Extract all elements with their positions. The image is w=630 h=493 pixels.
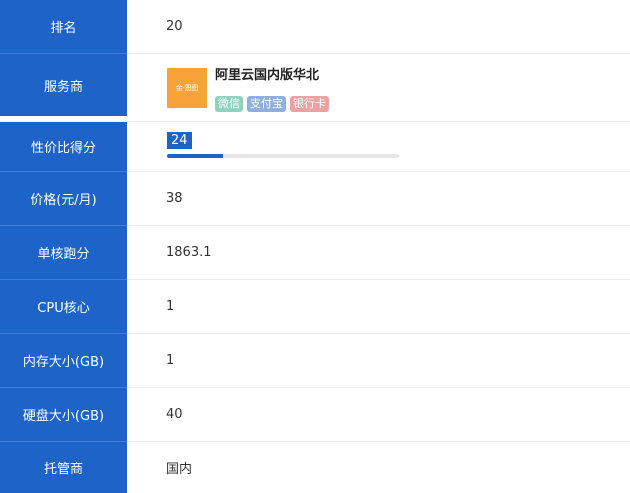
provider-name[interactable]: 阿里云国内版华北 <box>215 64 319 83</box>
host-value: 国内 <box>166 462 193 477</box>
payment-tags: 微信 支付宝 银行卡 <box>215 96 329 112</box>
memory-value: 1 <box>166 353 175 368</box>
label-rank: 排名 <box>0 0 127 54</box>
single-core-value: 1863.1 <box>166 245 212 260</box>
spec-table: 排名 20 服务商 金·恩图 阿里云国内版华北 微信 支付宝 银行卡 性价比得分… <box>0 0 630 493</box>
price-value: 38 <box>166 191 183 206</box>
value-price-cell: 38 <box>127 172 630 226</box>
payment-tag-alipay: 支付宝 <box>247 96 286 112</box>
label-cpu: CPU核心 <box>0 280 127 334</box>
row-rank: 排名 20 <box>0 0 630 54</box>
value-memory-cell: 1 <box>127 334 630 388</box>
disk-value: 40 <box>166 407 183 422</box>
row-host: 托管商 国内 <box>0 442 630 493</box>
label-memory: 内存大小(GB) <box>0 334 127 388</box>
label-price: 价格(元/月) <box>0 172 127 226</box>
value-host-cell: 国内 <box>127 442 630 493</box>
score-progress-fill <box>167 154 223 158</box>
label-disk: 硬盘大小(GB) <box>0 388 127 442</box>
row-memory: 内存大小(GB) 1 <box>0 334 630 388</box>
payment-tag-wechat: 微信 <box>215 96 243 112</box>
row-cpu: CPU核心 1 <box>0 280 630 334</box>
value-cpu-cell: 1 <box>127 280 630 334</box>
cpu-value: 1 <box>166 299 175 314</box>
row-price: 价格(元/月) 38 <box>0 172 630 226</box>
score-badge: 24 <box>167 132 192 149</box>
value-score-cell <box>127 122 630 172</box>
value-rank-cell: 20 <box>127 0 630 54</box>
label-score: 性价比得分 <box>0 122 127 172</box>
score-progress-track <box>167 154 399 158</box>
row-disk: 硬盘大小(GB) 40 <box>0 388 630 442</box>
value-disk-cell: 40 <box>127 388 630 442</box>
payment-tag-bank-card: 银行卡 <box>290 96 329 112</box>
row-provider: 服务商 金·恩图 阿里云国内版华北 微信 支付宝 银行卡 <box>0 54 630 122</box>
row-single-core: 单核跑分 1863.1 <box>0 226 630 280</box>
label-host: 托管商 <box>0 442 127 493</box>
rank-value: 20 <box>166 19 183 34</box>
label-single-core: 单核跑分 <box>0 226 127 280</box>
row-score: 性价比得分 24 <box>0 122 630 172</box>
provider-logo[interactable]: 金·恩图 <box>167 68 207 108</box>
value-single-core-cell: 1863.1 <box>127 226 630 280</box>
label-provider: 服务商 <box>0 54 127 116</box>
